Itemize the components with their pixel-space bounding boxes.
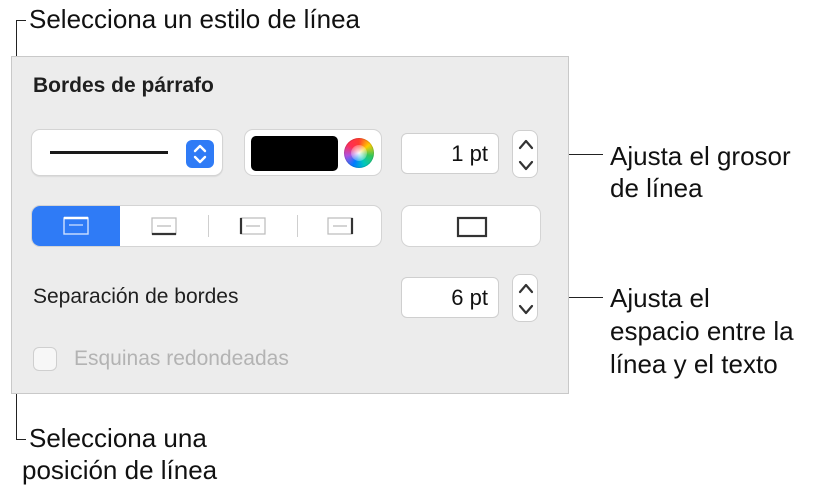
chevron-up-down-icon <box>186 140 214 168</box>
color-wheel-icon[interactable] <box>344 138 374 168</box>
leader-line-style-tick <box>16 20 26 21</box>
spacing-label: Separación de bordes <box>33 285 239 308</box>
thickness-field[interactable]: 1 pt <box>401 133 499 174</box>
line-style-popup[interactable] <box>31 129 223 176</box>
bottom-border-icon <box>151 217 177 236</box>
thickness-stepper[interactable] <box>512 130 538 178</box>
position-bottom[interactable] <box>120 206 208 246</box>
left-border-icon <box>239 217 266 235</box>
callout-thickness-1: Ajusta el grosor <box>610 141 791 171</box>
callout-spacing-2: espacio entre la <box>610 316 794 346</box>
stepper-arrows-icon <box>518 283 534 315</box>
callout-position-1: Selecciona una <box>29 423 207 453</box>
callout-position-2: posición de línea <box>22 455 218 485</box>
box-border-icon <box>456 216 488 238</box>
border-color-well[interactable] <box>244 129 382 176</box>
spacing-field[interactable]: 6 pt <box>401 277 499 318</box>
panel-title: Bordes de párrafo <box>33 74 214 97</box>
line-style-sample <box>50 151 168 154</box>
position-left[interactable] <box>209 206 297 246</box>
callout-spacing-1: Ajusta el <box>610 283 710 313</box>
leader-position-tick <box>16 439 26 440</box>
top-border-icon <box>63 216 89 235</box>
callout-thickness-2: de línea <box>610 173 703 203</box>
rounded-corners-checkbox[interactable] <box>33 347 57 371</box>
stepper-arrows-icon <box>518 139 534 171</box>
right-border-icon <box>327 217 354 235</box>
callout-line-style: Selecciona un estilo de línea <box>29 4 361 34</box>
position-top[interactable] <box>32 206 120 246</box>
rounded-corners-label: Esquinas redondeadas <box>74 347 289 370</box>
position-right[interactable] <box>298 206 381 246</box>
spacing-stepper[interactable] <box>512 274 538 322</box>
color-swatch[interactable] <box>251 136 338 171</box>
callout-spacing-3: línea y el texto <box>610 349 778 379</box>
border-position-control <box>31 205 382 247</box>
box-border-button[interactable] <box>401 205 541 247</box>
